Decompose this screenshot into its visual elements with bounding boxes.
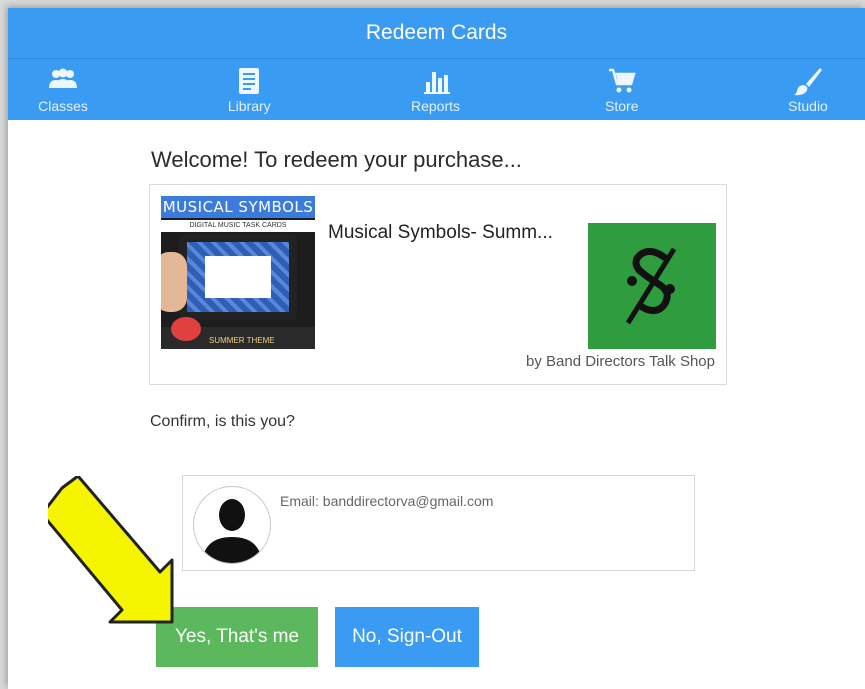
thumbnail-title: MUSICAL SYMBOLS [162,198,314,216]
avatar [193,486,271,564]
product-card: MUSICAL SYMBOLS DIGITAL MUSIC TASK CARDS… [149,184,727,385]
seller-logo [588,223,716,349]
brush-icon [794,68,822,96]
nav-item-classes[interactable]: Classes [28,59,98,120]
nav-item-reports[interactable]: Reports [401,59,471,120]
nav-label-classes: Classes [38,98,88,114]
thumbnail-footer: SUMMER THEME [209,336,275,345]
library-icon [239,68,260,94]
nav-item-studio[interactable]: Studio [773,59,843,120]
yellow-arrow-icon [48,476,174,624]
nav-item-store[interactable]: Store [587,59,657,120]
confirm-prompt: Confirm, is this you? [150,413,295,430]
nav-bar: Classes Library Reports Store Studio [8,59,865,120]
people-icon [49,68,77,88]
user-silhouette-icon [202,499,262,563]
welcome-heading: Welcome! To redeem your purchase... [151,147,522,172]
nav-label-reports: Reports [410,98,461,114]
user-card: Email: banddirectorva@gmail.com [182,475,695,571]
thumbnail-subtitle: DIGITAL MUSIC TASK CARDS [161,220,315,232]
nav-label-store: Store [605,98,639,114]
user-email: Email: banddirectorva@gmail.com [280,493,494,509]
product-thumbnail: MUSICAL SYMBOLS DIGITAL MUSIC TASK CARDS… [161,196,315,349]
product-name: Musical Symbols- Summ... [328,222,553,243]
title-bar: Redeem Cards [8,8,865,59]
app-window: Redeem Cards Classes Library Reports Sto… [8,8,865,689]
product-byline: by Band Directors Talk Shop [526,353,715,370]
nav-label-studio: Studio [788,98,828,114]
page-title: Redeem Cards [365,21,508,44]
nav-label-library: Library [227,98,271,114]
sign-out-button[interactable]: No, Sign-Out [335,607,479,667]
bar-chart-icon [423,72,450,94]
nav-item-library[interactable]: Library [214,59,284,120]
segno-icon [625,247,677,325]
confirm-yes-button[interactable]: Yes, That's me [156,607,318,667]
cart-icon [608,68,636,93]
